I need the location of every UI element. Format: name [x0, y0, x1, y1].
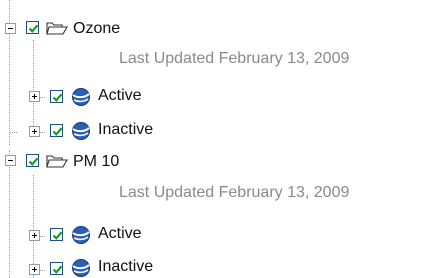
checkbox-ozone[interactable] [26, 21, 39, 34]
expand-toggle-pm10-active[interactable] [29, 230, 40, 241]
checkbox-ozone-active[interactable] [50, 90, 63, 103]
node-label-pm10-inactive[interactable]: Inactive [98, 258, 153, 276]
tree-guide-line [9, 150, 10, 278]
expand-toggle-pm10-inactive[interactable] [29, 264, 40, 275]
expand-toggle-ozone-inactive[interactable] [29, 126, 40, 137]
collapse-toggle-ozone[interactable] [5, 23, 16, 34]
checkbox-ozone-inactive[interactable] [50, 124, 63, 137]
open-folder-icon [46, 20, 68, 36]
check-mark-icon [52, 265, 63, 274]
collapse-toggle-pm10[interactable] [5, 155, 16, 166]
check-mark-icon [28, 157, 39, 166]
globe-icon [71, 225, 91, 245]
expand-toggle-ozone-active[interactable] [29, 91, 40, 102]
check-mark-icon [52, 231, 63, 240]
globe-icon [71, 258, 91, 278]
last-updated-ozone: Last Updated February 13, 2009 [119, 50, 350, 67]
node-label-ozone[interactable]: Ozone [73, 20, 120, 38]
layer-tree: Ozone Last Updated February 13, 2009 Act… [0, 0, 436, 278]
tree-guide-line [33, 175, 34, 278]
check-mark-icon [52, 127, 63, 136]
check-mark-icon [52, 93, 63, 102]
globe-icon [71, 87, 91, 107]
checkbox-pm10-active[interactable] [50, 228, 63, 241]
tree-guide-line [33, 40, 34, 132]
check-mark-icon [28, 24, 39, 33]
open-folder-icon [46, 153, 68, 169]
node-label-pm10-active[interactable]: Active [98, 225, 142, 243]
last-updated-pm10: Last Updated February 13, 2009 [119, 184, 350, 201]
tree-guide-line [9, 0, 10, 145]
checkbox-pm10-inactive[interactable] [50, 262, 63, 275]
globe-icon [71, 121, 91, 141]
node-label-pm10[interactable]: PM 10 [73, 153, 119, 171]
tree-guide-line [9, 132, 17, 133]
node-label-ozone-active[interactable]: Active [98, 87, 142, 105]
node-label-ozone-inactive[interactable]: Inactive [98, 121, 153, 139]
checkbox-pm10[interactable] [26, 154, 39, 167]
